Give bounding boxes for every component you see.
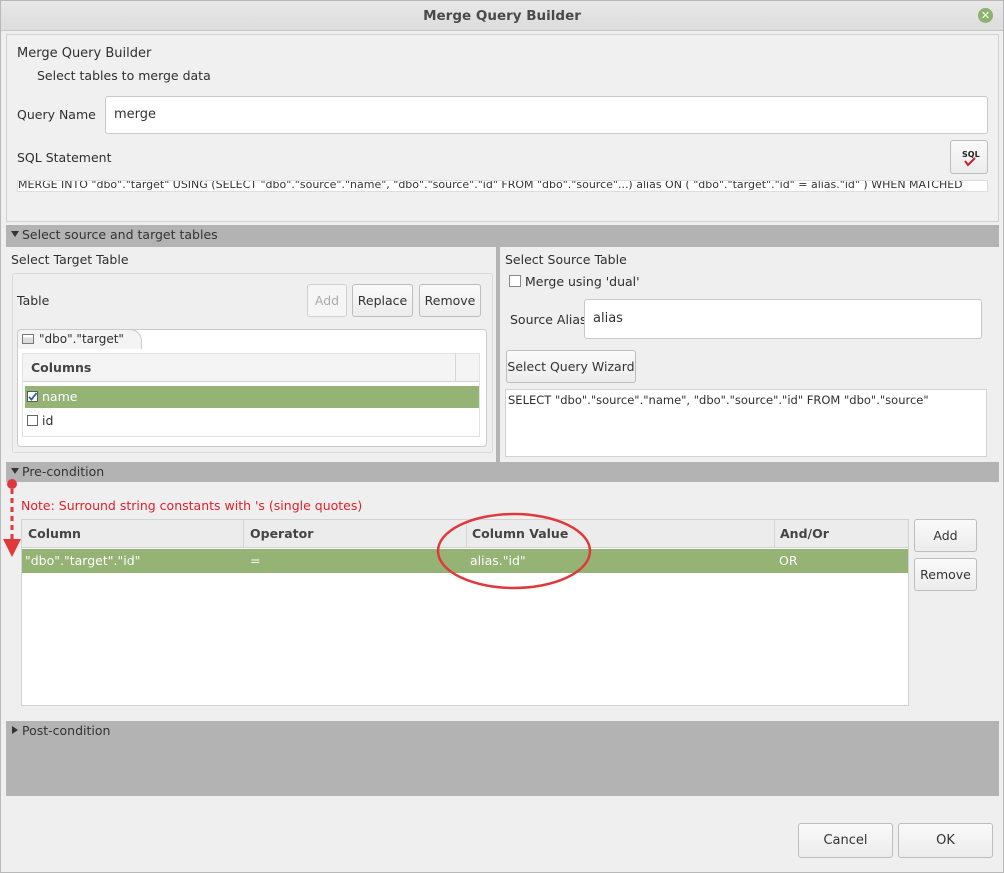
annotation-overlay xyxy=(3,479,592,590)
arrow-head-icon xyxy=(3,539,21,557)
ok-button[interactable]: OK xyxy=(898,823,993,858)
merge-query-builder-window: Merge Query Builder ✕ Merge Query Builde… xyxy=(0,0,1004,873)
cancel-button[interactable]: Cancel xyxy=(798,823,893,858)
arrow-start-dot xyxy=(7,479,17,489)
highlight-ellipse xyxy=(436,512,592,590)
